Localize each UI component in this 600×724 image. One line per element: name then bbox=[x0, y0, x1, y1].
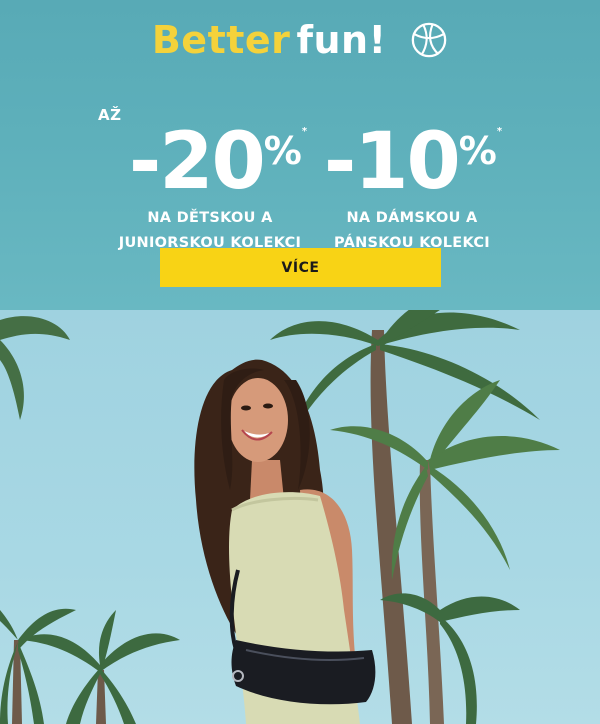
beach-ball-icon bbox=[411, 22, 447, 58]
palm-trunk bbox=[419, 460, 444, 724]
offer-kids-line1: NA DĚTSKOU A bbox=[147, 210, 273, 226]
hero-photo-illustration bbox=[0, 310, 560, 724]
offer-prefix: AŽ bbox=[98, 106, 122, 124]
headline: Better fun! bbox=[0, 18, 600, 62]
percent-sign: % bbox=[458, 129, 497, 173]
palm-fronds bbox=[0, 316, 70, 420]
promo-section: Better fun! AŽ -20%* NA DĚTSKOU A JUNIORS… bbox=[0, 0, 600, 310]
asterisk: * bbox=[496, 126, 502, 137]
headline-word-better: Better bbox=[151, 18, 291, 62]
asterisk: * bbox=[301, 126, 307, 137]
palm-fronds bbox=[0, 608, 180, 724]
eye bbox=[241, 405, 251, 411]
more-button[interactable]: VÍCE bbox=[160, 248, 441, 287]
percent-sign: % bbox=[263, 129, 302, 173]
discount-value: -10 bbox=[323, 117, 461, 207]
hero-photo[interactable] bbox=[0, 310, 600, 724]
eye bbox=[263, 403, 273, 409]
discount-kids: -20%* bbox=[100, 92, 320, 202]
face bbox=[228, 378, 288, 462]
offer-adults-line1: NA DÁMSKOU A bbox=[346, 210, 478, 226]
headline-word-fun: fun! bbox=[296, 18, 387, 62]
offer-kids: AŽ -20%* NA DĚTSKOU A JUNIORSKOU KOLEKCI bbox=[98, 92, 320, 256]
discount-value: -20 bbox=[128, 117, 266, 207]
discount-adults: -10%* bbox=[312, 92, 512, 202]
offer-adults: -10%* NA DÁMSKOU A PÁNSKOU KOLEKCI bbox=[312, 92, 512, 256]
promo-banner[interactable]: Better fun! AŽ -20%* NA DĚTSKOU A JUNIORS… bbox=[0, 0, 600, 724]
